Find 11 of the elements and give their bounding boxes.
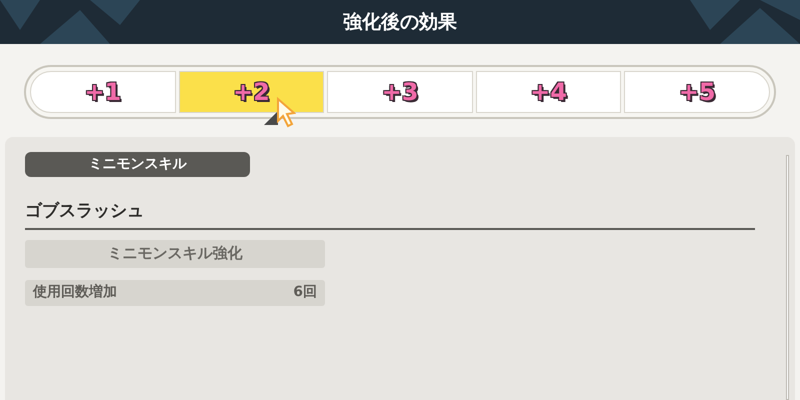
level-tab[interactable]: +5 [624, 71, 770, 113]
effect-label: 使用回数増加 [33, 282, 117, 302]
level-tab[interactable]: +1 [30, 71, 176, 113]
level-tab[interactable]: +3 [327, 71, 473, 113]
level-tab[interactable]: +4 [476, 71, 622, 113]
level-tab[interactable]: +2 [178, 71, 324, 113]
header-title: 強化後の効果 [343, 10, 457, 35]
effect-value: 6回 [293, 283, 317, 302]
section-title: ミニモンスキル強化 [25, 240, 325, 268]
skill-name: ゴブスラッシュ [25, 199, 755, 230]
category-label: ミニモンスキル [25, 152, 250, 177]
